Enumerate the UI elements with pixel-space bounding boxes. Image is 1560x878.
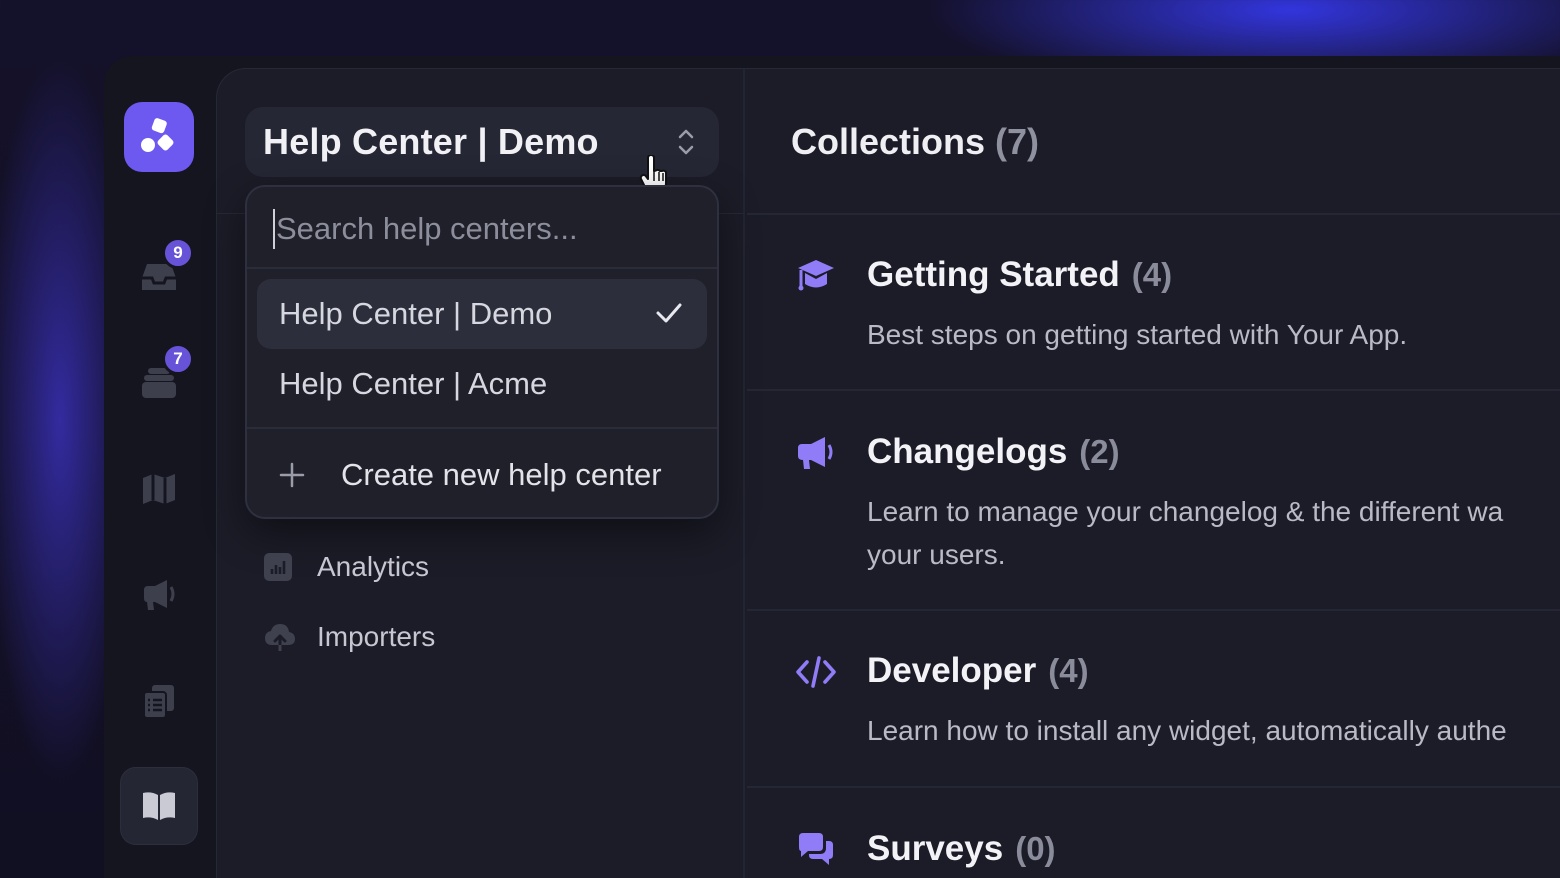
app-logo[interactable]: [124, 102, 194, 172]
collection-name: Getting Started (4): [867, 255, 1172, 295]
collections-divider: [747, 213, 1560, 215]
nav-item-importers[interactable]: Importers: [263, 617, 435, 657]
help-center-selector-label: Help Center | Demo: [263, 121, 599, 162]
collection-name-text: Changelogs: [867, 432, 1068, 471]
nav-item-label: Analytics: [317, 551, 430, 582]
collection-description: Learn to manage your changelog & the dif…: [867, 490, 1560, 576]
rail-tickets-button[interactable]: 7: [124, 343, 194, 418]
collection-description-line: your users.: [867, 539, 1006, 570]
tickets-badge: 7: [162, 343, 194, 375]
collections-divider: [747, 786, 1560, 788]
logo-icon: [141, 118, 174, 152]
collections-title-text: Collections: [791, 121, 986, 162]
collection-name: Developer (4): [867, 651, 1089, 691]
dropdown-item-label: Help Center | Demo: [279, 296, 553, 331]
dropdown-search: [247, 187, 717, 269]
help-center-sidebar: Help Center | Demo Help Center | Demo He…: [217, 69, 745, 878]
rail-map-button[interactable]: [124, 454, 194, 524]
nav-item-label: Importers: [317, 621, 436, 652]
megaphone-icon: [795, 432, 837, 474]
clipboard-list-icon: [143, 685, 174, 719]
book-open-icon: [143, 792, 175, 820]
collection-description-line: Best steps on getting started with Your …: [867, 319, 1408, 350]
help-center-search-input[interactable]: [273, 209, 693, 249]
megaphone-icon: [144, 580, 175, 610]
check-icon: [656, 303, 682, 323]
collection-description: Best steps on getting started with Your …: [867, 313, 1560, 356]
chat-bubbles-icon: [795, 829, 837, 871]
nav-item-analytics[interactable]: Analytics: [263, 547, 429, 587]
collections-title: Collections (7): [791, 121, 1039, 163]
rail-inbox-button[interactable]: 9: [124, 237, 194, 312]
collection-name: Surveys (0): [867, 829, 1056, 869]
main-panel: Help Center | Demo Help Center | Demo He…: [216, 68, 1560, 878]
collection-name-text: Getting Started: [867, 255, 1120, 294]
collections-panel: Collections (7) Getting Started (4) Best s…: [747, 69, 1560, 878]
chevron-up-down-icon: [678, 129, 694, 155]
create-help-center-button[interactable]: Create new help center: [279, 453, 662, 497]
collection-name: Changelogs (2): [867, 432, 1120, 472]
rail-announcements-button[interactable]: [124, 560, 194, 630]
collection-count: (0): [1015, 830, 1056, 867]
analytics-icon: [263, 552, 297, 582]
dropdown-item-acme[interactable]: Help Center | Acme: [257, 349, 707, 419]
collections-divider: [747, 389, 1560, 391]
rail-help-center-button[interactable]: [120, 767, 198, 845]
graduation-cap-icon: [795, 255, 837, 297]
collection-description-line: Learn to manage your changelog & the dif…: [867, 496, 1504, 527]
rail-articles-button[interactable]: [124, 666, 194, 736]
collection-description-line: Learn how to install any widget, automat…: [867, 715, 1507, 746]
icon-rail: 9 7: [104, 56, 216, 878]
code-icon: [795, 651, 837, 693]
cloud-upload-icon: [263, 621, 297, 653]
collection-count: (2): [1079, 433, 1120, 470]
collection-count: (4): [1048, 652, 1089, 689]
help-center-dropdown: Help Center | Demo Help Center | Acme Cr…: [245, 185, 719, 519]
plus-icon: [279, 462, 309, 488]
dropdown-item-demo[interactable]: Help Center | Demo: [257, 279, 707, 349]
collections-divider: [747, 609, 1560, 611]
collection-description: Learn how to install any widget, automat…: [867, 709, 1560, 752]
collection-count: (4): [1131, 256, 1173, 293]
create-help-center-label: Create new help center: [341, 457, 662, 492]
collection-name-text: Developer: [867, 651, 1037, 690]
collections-count: (7): [995, 121, 1040, 162]
dropdown-item-label: Help Center | Acme: [279, 366, 548, 401]
collection-name-text: Surveys: [867, 829, 1004, 868]
dropdown-separator: [247, 427, 717, 429]
map-icon: [143, 474, 175, 504]
inbox-badge: 9: [162, 237, 194, 269]
